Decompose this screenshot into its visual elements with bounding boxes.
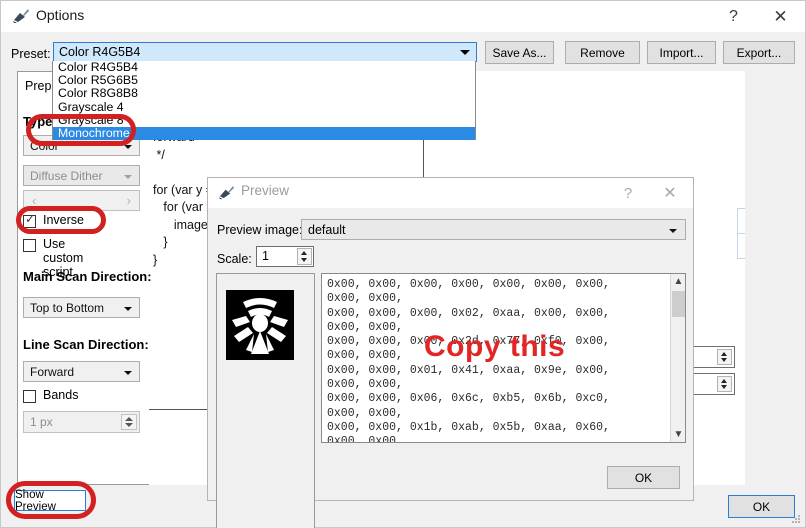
page-title: Options xyxy=(36,7,85,23)
chevron-down-icon xyxy=(124,175,132,179)
scale-field[interactable]: 1 xyxy=(256,246,314,267)
inverse-label: Inverse xyxy=(43,213,84,227)
preset-label: Preset: xyxy=(11,47,51,61)
preset-dropdown-list[interactable]: Color R4G5B4 Color R5G6B5 Color R8G8B8 G… xyxy=(52,60,476,141)
main-scan-direction-value: Top to Bottom xyxy=(30,301,105,315)
show-preview-button[interactable]: Show Preview xyxy=(14,489,86,513)
chevron-down-icon xyxy=(124,307,132,311)
brush-icon xyxy=(218,185,235,200)
band-size-field[interactable]: 1 px xyxy=(23,411,140,433)
preset-combobox[interactable]: Color R4G5B4 xyxy=(53,42,477,62)
dither-value: Diffuse Dither xyxy=(30,169,103,183)
preview-title: Preview xyxy=(241,183,290,198)
check-icon: ✓ xyxy=(25,212,36,226)
chevron-down-icon xyxy=(124,371,132,375)
spinner-1[interactable] xyxy=(717,349,732,365)
preview-image-value: default xyxy=(308,223,346,237)
scroll-down-icon[interactable]: ▼ xyxy=(671,427,685,442)
remove-button[interactable]: Remove xyxy=(565,41,640,64)
next-arrow-icon[interactable]: › xyxy=(127,193,131,208)
bands-checkbox[interactable] xyxy=(23,390,36,403)
bands-label: Bands xyxy=(43,388,79,402)
chevron-down-icon xyxy=(669,229,677,233)
prev-arrow-icon[interactable]: ‹ xyxy=(32,193,36,208)
resize-grip[interactable] xyxy=(791,514,801,524)
close-button[interactable]: ✕ xyxy=(758,1,803,32)
export-button[interactable]: Export... xyxy=(723,41,795,64)
line-scan-direction-value: Forward xyxy=(30,365,75,379)
band-size-value: 1 px xyxy=(30,415,53,429)
scale-label: Scale: xyxy=(217,252,252,266)
chevron-down-icon xyxy=(124,145,132,149)
scale-value: 1 xyxy=(262,249,269,263)
save-as-button[interactable]: Save As... xyxy=(485,41,554,64)
preview-close-button[interactable]: ✕ xyxy=(649,178,691,208)
preset-option-2[interactable]: Color R8G8B8 xyxy=(53,87,475,100)
preset-option-3[interactable]: Grayscale 4 xyxy=(53,100,475,114)
preview-image-label: Preview image: xyxy=(217,223,303,237)
inverse-checkbox[interactable]: ✓ xyxy=(23,212,36,228)
main-scan-direction-label: Main Scan Direction: xyxy=(23,269,152,284)
preset-value: Color R4G5B4 xyxy=(59,45,141,59)
band-size-spinner[interactable] xyxy=(121,414,137,430)
preset-option-4[interactable]: Grayscale 8 xyxy=(53,113,475,127)
screenshot-root: Options ? ✕ Preset: Color R4G5B4 Save As… xyxy=(0,0,806,528)
line-scan-direction-combobox[interactable]: Forward xyxy=(23,361,140,382)
preview-help-button[interactable]: ? xyxy=(607,178,649,208)
preview-thumbnail-image xyxy=(226,290,294,360)
preview-titlebar: Preview ? ✕ xyxy=(208,178,693,208)
scroll-up-icon[interactable]: ▲ xyxy=(671,274,685,289)
chevron-down-icon xyxy=(460,50,470,55)
preview-image-combobox[interactable]: default xyxy=(301,219,686,240)
preview-thumbnail-frame xyxy=(216,273,315,528)
brush-icon xyxy=(12,8,30,24)
custom-script-checkbox[interactable] xyxy=(23,239,36,252)
ok-button[interactable]: OK xyxy=(728,495,795,518)
dither-nav-bar[interactable]: ‹ › xyxy=(23,190,140,211)
dither-combobox[interactable]: Diffuse Dither xyxy=(23,165,140,186)
line-scan-direction-label: Line Scan Direction: xyxy=(23,337,149,352)
annotation-copy-this: Copy this xyxy=(424,330,566,363)
scale-spinner[interactable] xyxy=(297,248,312,265)
main-scan-direction-combobox[interactable]: Top to Bottom xyxy=(23,297,140,318)
preview-ok-button[interactable]: OK xyxy=(607,466,680,489)
options-titlebar: Options ? ✕ xyxy=(1,1,805,32)
type-value: Color xyxy=(30,139,59,153)
background-grid-table xyxy=(737,208,745,294)
spinner-2[interactable] xyxy=(717,376,732,392)
help-button[interactable]: ? xyxy=(711,1,756,32)
import-button[interactable]: Import... xyxy=(647,41,716,64)
preview-hex-scrollbar[interactable]: ▲ ▼ xyxy=(670,274,685,442)
preset-option-5[interactable]: Monochrome xyxy=(53,126,475,141)
scrollbar-thumb[interactable] xyxy=(672,291,685,317)
